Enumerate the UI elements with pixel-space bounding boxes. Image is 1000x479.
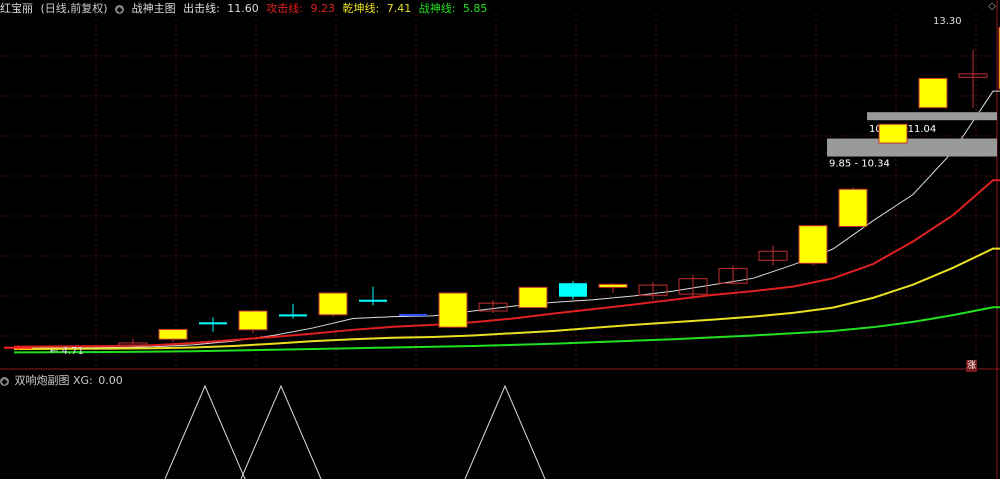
candle-body	[359, 299, 387, 302]
sub-signal-peak	[240, 384, 322, 479]
candle-body	[838, 188, 868, 227]
candle-body	[238, 310, 268, 331]
price-chart: 10.84 - 11.049.85 - 10.3413.30← 4.71	[0, 0, 1000, 479]
candle-body	[918, 77, 948, 109]
resistance-zone	[827, 138, 997, 157]
sub-value: 0.00	[98, 374, 123, 387]
candle-body	[318, 292, 348, 316]
sub-indicator-name[interactable]: 双响炮副图	[15, 374, 70, 387]
candle-body	[878, 123, 908, 144]
limit-up-badge: 涨	[966, 360, 977, 372]
high-price-label: 13.30	[933, 16, 962, 27]
sub-label: XG:	[73, 374, 93, 387]
zone-label: 9.85 - 10.34	[829, 159, 890, 170]
sub-signal-peak	[464, 384, 546, 479]
candle-body	[158, 328, 188, 340]
candle-body	[598, 283, 628, 288]
candle-body	[438, 292, 468, 328]
candle-body	[199, 322, 227, 325]
candle-body	[798, 225, 828, 264]
candle-body	[559, 283, 587, 297]
candle-body	[399, 314, 427, 317]
candle-body	[518, 286, 548, 309]
sub-indicator-bar: ◆ 双响炮副图 XG: 0.00	[0, 372, 123, 387]
sub-signal-peak	[164, 384, 246, 479]
low-price-label: ← 4.71	[50, 346, 84, 357]
candle-body	[279, 314, 307, 317]
sub-settings-icon[interactable]: ◆	[0, 376, 9, 386]
candle-body	[4, 346, 32, 349]
resistance-zone	[867, 112, 997, 121]
